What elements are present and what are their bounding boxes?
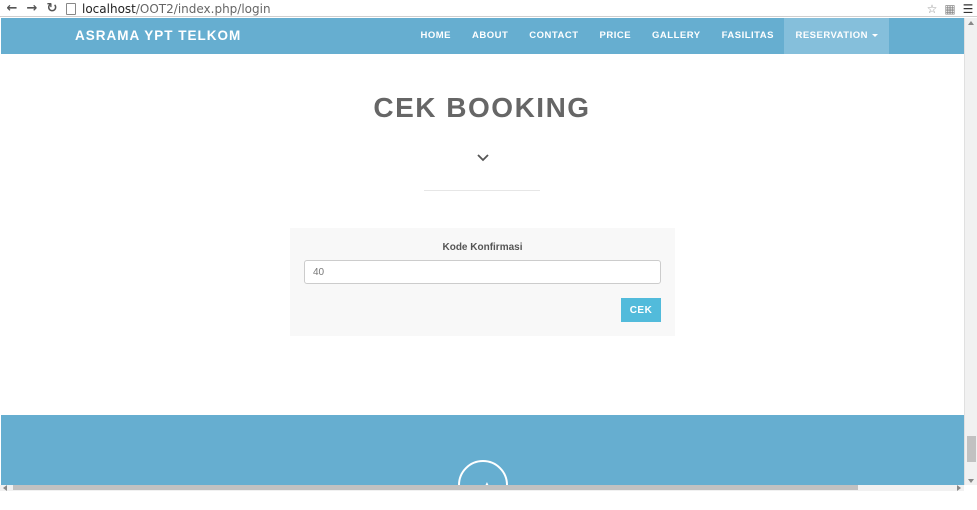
- url-host: localhost: [82, 1, 136, 16]
- reload-icon[interactable]: ↻: [42, 0, 62, 17]
- forward-arrow-icon[interactable]: →: [22, 0, 42, 17]
- scroll-right-icon[interactable]: [957, 485, 961, 491]
- nav-menu: HOME ABOUT CONTACT PRICE GALLERY FASILIT…: [410, 18, 889, 54]
- nav-item-fasilitas[interactable]: FASILITAS: [711, 18, 784, 54]
- booking-check-form: Kode Konfirmasi CEK: [290, 228, 675, 336]
- back-arrow-icon[interactable]: ←: [2, 0, 22, 17]
- url-path: /OOT2/index.php/login: [135, 1, 271, 16]
- cek-button[interactable]: CEK: [621, 298, 661, 322]
- confirmation-code-input[interactable]: [304, 260, 661, 284]
- vertical-scroll-thumb[interactable]: [967, 436, 976, 462]
- hamburger-menu-icon[interactable]: ☰: [959, 2, 977, 16]
- scroll-up-icon[interactable]: [968, 21, 974, 25]
- scroll-down-icon[interactable]: [968, 479, 974, 483]
- confirmation-code-label: Kode Konfirmasi: [442, 242, 523, 253]
- page-icon: [66, 2, 76, 15]
- top-navbar: ASRAMA YPT TELKOM HOME ABOUT CONTACT PRI…: [1, 18, 964, 54]
- nav-item-contact[interactable]: CONTACT: [519, 18, 589, 54]
- brand-logo[interactable]: ASRAMA YPT TELKOM: [75, 18, 241, 54]
- nav-item-home[interactable]: HOME: [410, 18, 462, 54]
- scroll-left-icon[interactable]: [3, 485, 7, 491]
- nav-item-gallery[interactable]: GALLERY: [642, 18, 712, 54]
- nav-item-reservation-label: RESERVATION: [795, 30, 868, 41]
- star-icon[interactable]: ☆: [923, 2, 941, 16]
- url-text[interactable]: localhost/OOT2/index.php/login: [82, 2, 271, 16]
- horizontal-scroll-thumb[interactable]: [13, 485, 858, 490]
- caret-down-icon: [872, 33, 878, 37]
- section-divider: [424, 190, 540, 191]
- nav-item-about[interactable]: ABOUT: [461, 18, 518, 54]
- address-bar[interactable]: localhost/OOT2/index.php/login: [66, 0, 271, 17]
- horizontal-scrollbar[interactable]: [0, 485, 964, 491]
- chevron-down-icon: [477, 154, 489, 162]
- page-title: CEK BOOKING: [373, 92, 591, 123]
- nav-item-reservation-dropdown[interactable]: RESERVATION: [784, 18, 889, 54]
- extension-icon[interactable]: ▦: [941, 2, 959, 16]
- nav-item-price[interactable]: PRICE: [589, 18, 642, 54]
- browser-actions: ☆ ▦ ☰: [923, 0, 977, 17]
- vertical-scrollbar[interactable]: [964, 18, 977, 485]
- browser-toolbar: ← → ↻ localhost/OOT2/index.php/login ☆ ▦…: [0, 0, 977, 17]
- footer-section: ▲: [1, 415, 964, 510]
